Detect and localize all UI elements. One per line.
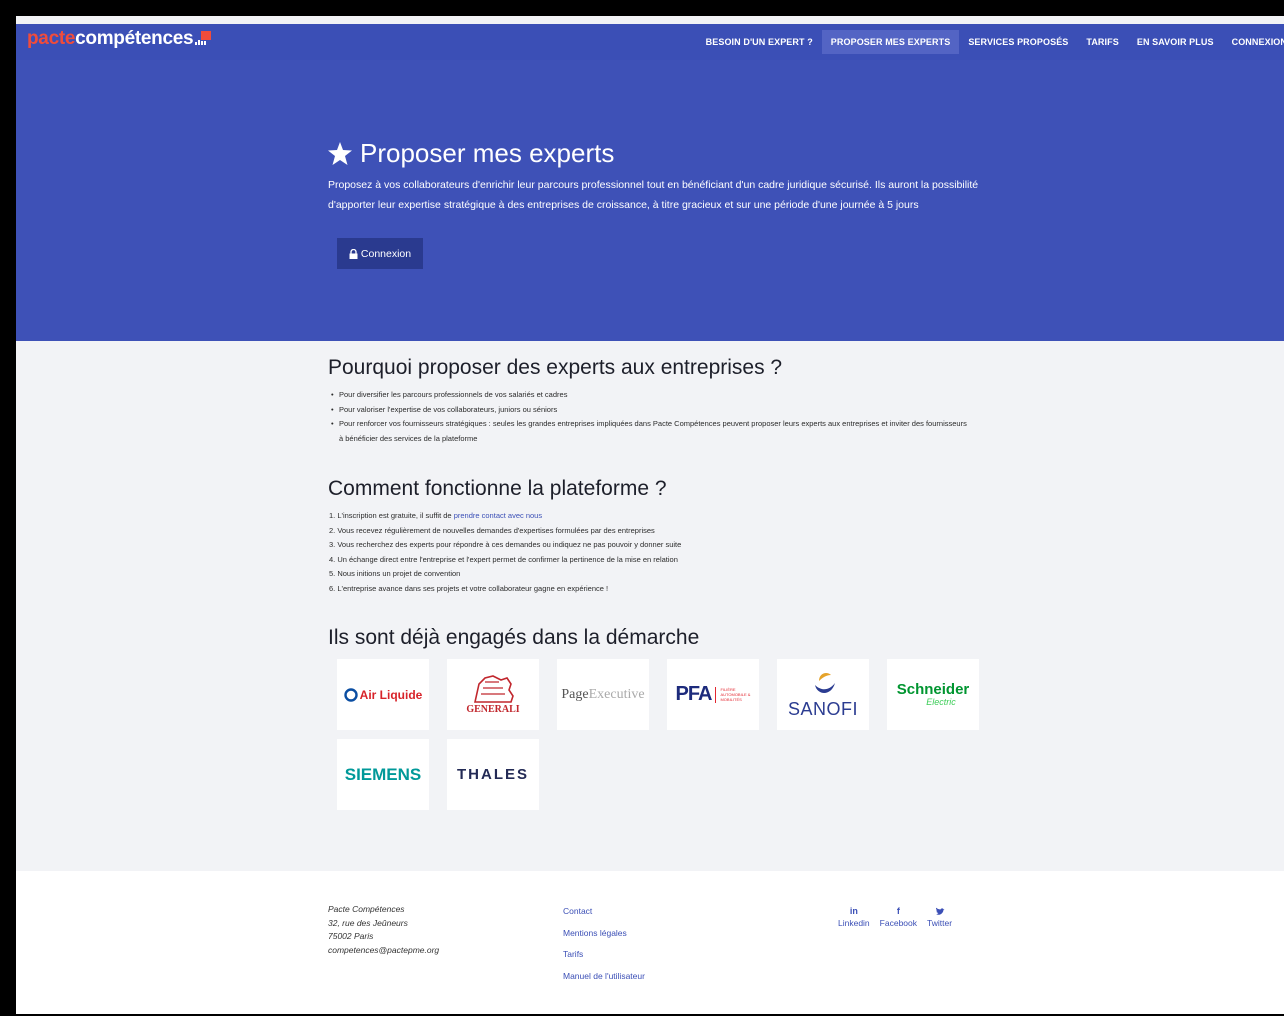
address-line: 75002 Paris bbox=[328, 931, 374, 941]
facebook-icon: f bbox=[896, 906, 900, 916]
footer-address: Pacte Compétences 32, rue des Jeûneurs 7… bbox=[328, 903, 439, 957]
list-item: 6. L'entreprise avance dans ses projets … bbox=[329, 583, 609, 593]
list-item: 2. Vous recevez régulièrement de nouvell… bbox=[329, 525, 655, 535]
list-item: 1. L'inscription est gratuite, il suffit… bbox=[329, 509, 969, 524]
social-facebook[interactable]: f Facebook bbox=[880, 906, 917, 928]
list-item: Pour renforcer vos fournisseurs stratégi… bbox=[329, 417, 969, 446]
logo-sanofi: SANOFI bbox=[777, 659, 869, 730]
twitter-icon bbox=[935, 907, 945, 915]
connexion-button[interactable]: Connexion bbox=[337, 238, 423, 269]
how-list: 1. L'inscription est gratuite, il suffit… bbox=[329, 509, 969, 596]
footer-links: Contact Mentions légales Tarifs Manuel d… bbox=[563, 906, 645, 992]
logo-thales: THALES bbox=[447, 739, 539, 810]
logo-pfa: PFA FILIÈRE AUTOMOBILE & MOBILITÉS bbox=[667, 659, 759, 730]
lock-icon bbox=[349, 248, 358, 259]
sanofi-bird-icon bbox=[815, 673, 835, 693]
social-links: in Linkedin f Facebook Twitter bbox=[838, 906, 962, 928]
nav-services[interactable]: SERVICES PROPOSÉS bbox=[959, 30, 1077, 54]
list-item: 3. Vous recherchez des experts pour répo… bbox=[329, 540, 682, 549]
hero-section: Proposer mes experts Proposez à vos coll… bbox=[16, 60, 1284, 341]
hero-description: Proposez à vos collaborateurs d'enrichir… bbox=[328, 179, 979, 211]
nav-proposer-experts[interactable]: PROPOSER MES EXPERTS bbox=[821, 30, 960, 54]
star-icon bbox=[328, 142, 352, 165]
partners-title: Ils sont déjà engagés dans la démarche bbox=[328, 626, 700, 649]
social-label: Twitter bbox=[927, 918, 953, 928]
brand-logo[interactable]: pacte compétences bbox=[27, 28, 213, 50]
address-line: Pacte Compétences bbox=[328, 904, 405, 914]
list-item: 4. Un échange direct entre l'entreprise … bbox=[329, 554, 678, 564]
address-email: competences@pactepme.org bbox=[328, 944, 440, 955]
brand-mark-icon bbox=[195, 31, 213, 47]
nav-connexion[interactable]: CONNEXION bbox=[1223, 30, 1284, 54]
brand-part-1: pacte bbox=[27, 28, 76, 49]
list-item-text: 1. L'inscription est gratuite, il suffit… bbox=[329, 511, 454, 520]
logo-siemens: SIEMENS bbox=[337, 739, 429, 810]
social-linkedin[interactable]: in Linkedin bbox=[838, 906, 870, 928]
list-item: 5. Nous initions un projet de convention bbox=[329, 569, 461, 578]
top-navbar: pacte compétences BESOIN D'UN EXPERT ? PR… bbox=[16, 24, 1284, 60]
social-label: Facebook bbox=[879, 918, 918, 928]
footer-link-contact[interactable]: Contact bbox=[563, 906, 645, 928]
generali-lion-icon bbox=[474, 675, 514, 703]
air-liquide-mark-icon bbox=[343, 687, 358, 702]
linkedin-icon: in bbox=[849, 906, 858, 916]
footer-link-manuel[interactable]: Manuel de l'utilisateur bbox=[563, 971, 645, 993]
hero-title-text: Proposer mes experts bbox=[360, 138, 615, 168]
brand-part-2: compétences bbox=[75, 28, 194, 49]
footer-link-mentions[interactable]: Mentions légales bbox=[563, 928, 645, 950]
logo-schneider: Schneider Electric bbox=[887, 659, 979, 730]
logo-generali: GENERALI bbox=[447, 659, 539, 730]
contact-link[interactable]: prendre contact avec nous bbox=[454, 511, 542, 520]
nav-besoin-expert[interactable]: BESOIN D'UN EXPERT ? bbox=[697, 30, 822, 54]
nav-en-savoir-plus[interactable]: EN SAVOIR PLUS bbox=[1128, 30, 1223, 54]
address-line: 32, rue des Jeûneurs bbox=[328, 917, 408, 928]
logo-page-executive: Page Executive bbox=[557, 659, 649, 730]
how-title: Comment fonctionne la plateforme ? bbox=[328, 477, 667, 500]
nav-menu: BESOIN D'UN EXPERT ? PROPOSER MES EXPERT… bbox=[697, 24, 1284, 60]
list-item: Pour diversifier les parcours profession… bbox=[329, 388, 969, 403]
footer: Pacte Compétences 32, rue des Jeûneurs 7… bbox=[16, 871, 1284, 1014]
social-twitter[interactable]: Twitter bbox=[927, 906, 952, 928]
why-list: Pour diversifier les parcours profession… bbox=[329, 388, 969, 446]
logo-air-liquide: Air Liquide bbox=[337, 659, 429, 730]
social-label: Linkedin bbox=[838, 918, 870, 928]
why-title: Pourquoi proposer des experts aux entrep… bbox=[328, 356, 783, 379]
page: pacte compétences BESOIN D'UN EXPERT ? PR… bbox=[16, 16, 1284, 1014]
connexion-button-label: Connexion bbox=[360, 247, 412, 260]
hero-title: Proposer mes experts bbox=[328, 138, 614, 169]
nav-tarifs[interactable]: TARIFS bbox=[1077, 30, 1127, 54]
list-item: Pour valoriser l'expertise de vos collab… bbox=[329, 403, 969, 418]
footer-link-tarifs[interactable]: Tarifs bbox=[563, 949, 645, 971]
